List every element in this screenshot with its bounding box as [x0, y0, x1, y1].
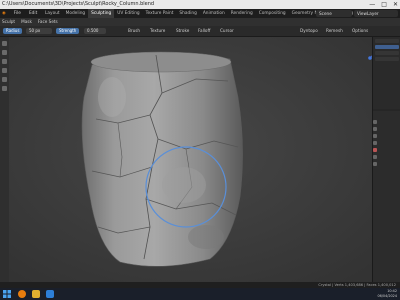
tool-settings-bar: Radius 50 px Strength 0.500 Brush Textur… — [0, 26, 400, 37]
sculpt-header: Sculpt Mask Face Sets — [0, 18, 400, 26]
render-tab-icon[interactable] — [373, 127, 377, 131]
smooth-brush-icon[interactable] — [2, 68, 7, 73]
clay-brush-icon[interactable] — [2, 50, 7, 55]
menu-falloff[interactable]: Falloff — [198, 26, 210, 36]
strength-field[interactable]: 0.500 — [84, 28, 106, 34]
object-tab-icon[interactable] — [373, 148, 377, 152]
menu-texture[interactable]: Texture — [150, 26, 165, 36]
clock-date: 06/04/2024 — [377, 294, 397, 298]
tab-sculpting[interactable]: Sculpting — [88, 9, 115, 18]
minimize-button[interactable]: — — [369, 0, 375, 9]
file-explorer-icon[interactable] — [32, 290, 40, 298]
scene-tab-icon[interactable] — [373, 141, 377, 145]
tab-texture-paint[interactable]: Texture Paint — [143, 9, 177, 18]
radius-field[interactable]: 50 px — [26, 28, 52, 34]
tool-shelf — [0, 37, 9, 282]
menu-dyntopo[interactable]: Dyntopo — [300, 26, 318, 36]
scene-selector[interactable]: Scene — [316, 10, 352, 17]
window-title: C:\Users\Documents\3D\Projects\Sculpt\Ro… — [2, 1, 155, 7]
material-tab-icon[interactable] — [373, 162, 377, 166]
blender-logo-icon[interactable]: ◉ — [2, 9, 6, 18]
sculpt-mesh-render[interactable] — [0, 37, 372, 282]
draw-brush-icon[interactable] — [2, 41, 7, 46]
window-controls: — □ ✕ — [369, 0, 398, 9]
view-layer-selector[interactable]: ViewLayer — [354, 10, 398, 17]
tab-modeling[interactable]: Modeling — [63, 9, 89, 18]
outliner-row[interactable] — [375, 51, 399, 55]
menu-remesh[interactable]: Remesh — [326, 26, 343, 36]
blender-taskbar-icon[interactable] — [18, 290, 26, 298]
properties-tabs — [373, 117, 378, 166]
menu-options[interactable]: Options — [352, 26, 368, 36]
crease-brush-icon[interactable] — [2, 59, 7, 64]
strength-label[interactable]: Strength — [56, 28, 80, 34]
os-taskbar: 10:42 06/04/2024 — [0, 288, 400, 300]
outliner-panel — [373, 37, 400, 109]
maximize-button[interactable]: □ — [381, 0, 387, 9]
menu-sculpt[interactable]: Sculpt — [2, 18, 15, 26]
system-clock[interactable]: 10:42 06/04/2024 — [377, 289, 397, 299]
window-title-bar: C:\Users\Documents\3D\Projects\Sculpt\Ro… — [0, 0, 400, 9]
tab-compositing[interactable]: Compositing — [256, 9, 289, 18]
properties-panel — [373, 111, 400, 282]
windows-start-icon[interactable] — [3, 290, 11, 298]
3d-viewport[interactable] — [0, 37, 372, 282]
modifier-tab-icon[interactable] — [373, 155, 377, 159]
outliner-row[interactable] — [375, 57, 399, 61]
radius-label[interactable]: Radius — [3, 28, 23, 34]
flatten-brush-icon[interactable] — [2, 77, 7, 82]
right-editors — [372, 37, 400, 282]
outliner-row[interactable] — [375, 39, 399, 43]
output-tab-icon[interactable] — [373, 134, 377, 138]
tab-rendering[interactable]: Rendering — [228, 9, 256, 18]
tool-tab-icon[interactable] — [373, 120, 377, 124]
menu-edit[interactable]: Edit — [29, 9, 37, 18]
outliner-row-selected[interactable] — [375, 45, 399, 49]
menu-stroke[interactable]: Stroke — [176, 26, 189, 36]
menu-file[interactable]: File — [14, 9, 21, 18]
menu-face-sets[interactable]: Face Sets — [38, 18, 58, 26]
grab-brush-icon[interactable] — [2, 86, 7, 91]
menu-brush[interactable]: Brush — [128, 26, 140, 36]
close-button[interactable]: ✕ — [393, 0, 398, 9]
tab-layout[interactable]: Layout — [42, 9, 63, 18]
tab-animation[interactable]: Animation — [200, 9, 228, 18]
tab-shading[interactable]: Shading — [176, 9, 199, 18]
tab-uv-editing[interactable]: UV Editing — [114, 9, 142, 18]
menu-cursor[interactable]: Cursor — [220, 26, 234, 36]
workspace-tabs: Layout Modeling Sculpting UV Editing Tex… — [42, 9, 356, 18]
main-menu-bar: ◉ File Edit Layout Modeling Sculpting UV… — [0, 9, 400, 18]
browser-icon[interactable] — [46, 290, 54, 298]
menu-mask[interactable]: Mask — [21, 18, 32, 26]
